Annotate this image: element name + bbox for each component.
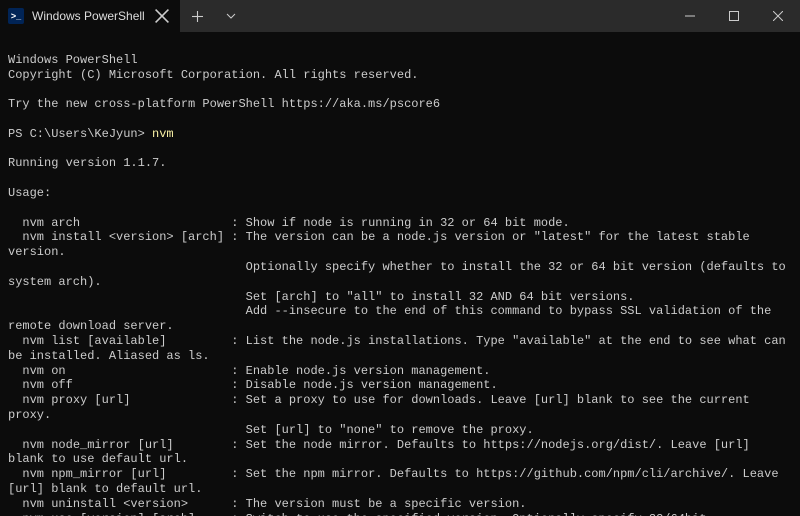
tab-active[interactable]: >_ Windows PowerShell [0, 0, 180, 32]
ps-tryline: Try the new cross-platform PowerShell ht… [8, 97, 440, 111]
terminal-content[interactable]: Windows PowerShell Copyright (C) Microso… [0, 32, 800, 516]
usage-line: nvm on : Enable node.js version manageme… [8, 364, 490, 378]
maximize-icon [729, 11, 739, 21]
minimize-icon [685, 11, 695, 21]
usage-line: Set [url] to "none" to remove the proxy. [8, 423, 534, 437]
usage-line: nvm off : Disable node.js version manage… [8, 378, 498, 392]
usage-line: Add --insecure to the end of this comman… [8, 304, 779, 333]
usage-line: Set [arch] to "all" to install 32 AND 64… [8, 290, 635, 304]
titlebar: >_ Windows PowerShell [0, 0, 800, 32]
usage-line: nvm node_mirror [url] : Set the node mir… [8, 438, 757, 467]
usage-line: Optionally specify whether to install th… [8, 260, 793, 289]
ps-header-2: Copyright (C) Microsoft Corporation. All… [8, 68, 418, 82]
tab-title: Windows PowerShell [32, 9, 146, 23]
usage-line: nvm install <version> [arch] : The versi… [8, 230, 757, 259]
prompt-path: PS C:\Users\KeJyun> [8, 127, 145, 141]
close-tab-button[interactable] [154, 8, 170, 24]
chevron-down-icon [226, 13, 236, 19]
usage-line: nvm arch : Show if node is running in 32… [8, 216, 570, 230]
usage-line: nvm uninstall <version> : The version mu… [8, 497, 527, 511]
powershell-icon: >_ [8, 8, 24, 24]
ps-header-1: Windows PowerShell [8, 53, 138, 67]
close-icon [773, 11, 783, 21]
plus-icon [192, 11, 203, 22]
new-tab-button[interactable] [180, 0, 214, 32]
usage-line: nvm proxy [url] : Set a proxy to use for… [8, 393, 757, 422]
usage-line: nvm list [available] : List the node.js … [8, 334, 793, 363]
usage-line: nvm npm_mirror [url] : Set the npm mirro… [8, 467, 786, 496]
close-icon [154, 8, 170, 24]
usage-line: nvm use [version] [arch] : Switch to use… [8, 512, 714, 516]
usage-heading: Usage: [8, 186, 51, 200]
terminal-window: >_ Windows PowerShell Windows PowerShell… [0, 0, 800, 516]
prompt-command: nvm [152, 127, 174, 141]
running-version: Running version 1.1.7. [8, 156, 166, 170]
maximize-button[interactable] [712, 0, 756, 32]
close-window-button[interactable] [756, 0, 800, 32]
titlebar-drag-area[interactable] [248, 0, 668, 32]
tab-dropdown-button[interactable] [214, 0, 248, 32]
minimize-button[interactable] [668, 0, 712, 32]
